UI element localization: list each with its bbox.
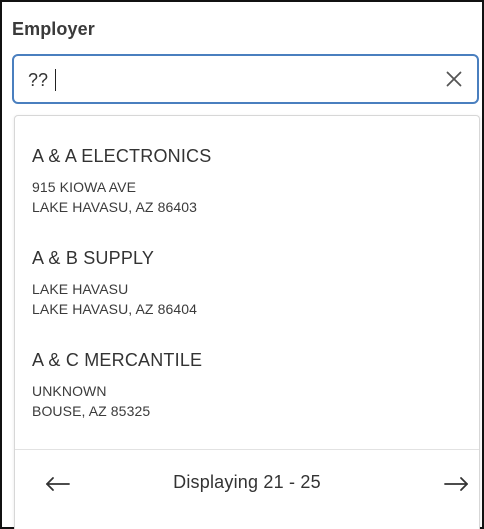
- employer-lookup-panel: Employer A & A ELECTRONICS 915 KIOWA AVE…: [0, 0, 484, 529]
- result-address-line-2: LAKE HAVASU, AZ 86403: [32, 199, 198, 215]
- result-name: A & C MERCANTILE: [32, 350, 203, 370]
- result-item[interactable]: A & C MERCANTILE UNKNOWN BOUSE, AZ 85325: [32, 349, 202, 421]
- result-item[interactable]: A & A ELECTRONICS 915 KIOWA AVE LAKE HAV…: [32, 145, 211, 217]
- text-caret: [55, 69, 56, 91]
- result-item[interactable]: A & B SUPPLY LAKE HAVASU LAKE HAVASU, AZ…: [32, 247, 197, 319]
- employer-label: Employer: [12, 19, 95, 39]
- pager: Displaying 21 - 25: [15, 450, 479, 528]
- employer-search-box[interactable]: [12, 54, 479, 104]
- result-address-line-2: LAKE HAVASU, AZ 86404: [32, 301, 198, 317]
- result-address-line-1: UNKNOWN: [32, 383, 107, 399]
- employer-search-input[interactable]: [28, 66, 428, 94]
- result-name: A & A ELECTRONICS: [32, 146, 212, 166]
- close-icon[interactable]: [443, 68, 465, 90]
- arrow-right-icon[interactable]: [439, 467, 473, 501]
- result-name: A & B SUPPLY: [32, 248, 155, 268]
- result-address-line-2: BOUSE, AZ 85325: [32, 403, 151, 419]
- result-address-line-1: 915 KIOWA AVE: [32, 179, 137, 195]
- pager-status-text: Displaying 21 - 25: [173, 472, 321, 492]
- result-address-line-1: LAKE HAVASU: [32, 281, 129, 297]
